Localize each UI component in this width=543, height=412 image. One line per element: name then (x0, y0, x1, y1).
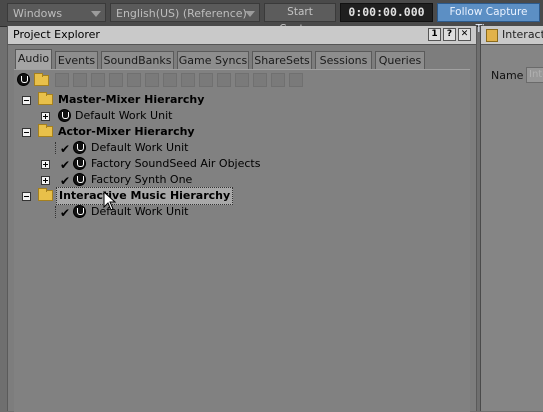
name-label: Name (491, 69, 524, 82)
tab-sharesets[interactable]: ShareSets (252, 51, 312, 70)
folder-icon (38, 124, 53, 137)
tab-sessions[interactable]: Sessions (315, 51, 372, 70)
tab-events[interactable]: Events (55, 51, 98, 70)
timecode-display: 0:00:00.000 (340, 3, 433, 22)
language-dropdown[interactable]: English(US) (Reference) (110, 3, 260, 22)
collapse-icon[interactable] (22, 128, 31, 137)
tree-item-factory-synth-one[interactable]: ✔ Factory Synth One (14, 172, 414, 188)
project-explorer-panel: Project Explorer 1 ? ✕ Audio Events Soun… (7, 26, 477, 412)
new-child-icon (289, 73, 303, 87)
tree-view[interactable]: Master-Mixer Hierarchy Default Work Unit… (14, 69, 470, 412)
panel-title-bar: Project Explorer 1 ? ✕ (8, 26, 476, 45)
platform-value: Windows (13, 7, 63, 20)
tree-label: Factory SoundSeed Air Objects (91, 157, 261, 170)
platform-dropdown[interactable]: Windows (7, 3, 106, 22)
new-child-icon (199, 73, 213, 87)
new-child-icon (73, 73, 87, 87)
tab-soundbanks[interactable]: SoundBanks (101, 51, 174, 70)
tree-item-factory-soundseed[interactable]: ✔ Factory SoundSeed Air Objects (14, 156, 414, 172)
tree-item-interactive-music[interactable]: Interactive Music Hierarchy (14, 187, 414, 205)
expand-icon[interactable] (41, 112, 50, 121)
tree-item-actor-mixer[interactable]: Actor-Mixer Hierarchy (14, 124, 414, 140)
collapse-icon[interactable] (22, 96, 31, 105)
new-child-icon (145, 73, 159, 87)
name-field[interactable]: Inte (526, 67, 543, 83)
expand-icon[interactable] (41, 176, 50, 185)
follow-capture-time-button[interactable]: Follow Capture Time (437, 3, 540, 35)
top-toolbar: Windows English(US) (Reference) Start Ca… (0, 0, 543, 35)
start-capture-button[interactable]: Start Capture (264, 3, 336, 35)
chevron-down-icon (91, 11, 101, 17)
checkmark-icon[interactable]: ✔ (60, 157, 70, 173)
work-unit-icon (73, 141, 86, 154)
work-unit-icon (73, 205, 86, 218)
folder-icon[interactable] (34, 73, 49, 86)
new-child-icon (127, 73, 141, 87)
tree-item-default-work-unit[interactable]: ✔ Default Work Unit (14, 140, 414, 156)
help-button[interactable]: ? (443, 28, 456, 41)
layout-number-button[interactable]: 1 (428, 28, 441, 41)
work-unit-icon (73, 173, 86, 186)
chevron-down-icon (245, 11, 255, 17)
tree-label: Interactive Music Hierarchy (56, 187, 234, 205)
checkmark-icon[interactable]: ✔ (60, 205, 70, 221)
new-child-icon (253, 73, 267, 87)
new-child-icon (91, 73, 105, 87)
new-child-icon (271, 73, 285, 87)
language-value: English(US) (Reference) (116, 7, 247, 20)
interactive-music-icon (486, 29, 498, 42)
tab-queries[interactable]: Queries (375, 51, 425, 70)
expand-icon[interactable] (41, 160, 50, 169)
new-child-icon (55, 73, 69, 87)
folder-icon (38, 92, 53, 105)
tab-game-syncs[interactable]: Game Syncs (177, 51, 249, 70)
tree-label: Actor-Mixer Hierarchy (58, 125, 195, 138)
collapse-icon[interactable] (22, 192, 31, 201)
tree-label: Default Work Unit (75, 109, 173, 122)
new-child-icon (109, 73, 123, 87)
work-unit-icon (58, 109, 71, 122)
tree-label: Default Work Unit (91, 141, 189, 154)
tree-item-default-work-unit[interactable]: ✔ Default Work Unit (14, 204, 414, 220)
tree-item-master-mixer[interactable]: Master-Mixer Hierarchy (14, 92, 414, 108)
property-editor-panel: Interactive Name Inte (480, 26, 543, 411)
new-child-icon (235, 73, 249, 87)
tab-audio[interactable]: Audio (15, 49, 52, 70)
tree-label: Factory Synth One (91, 173, 193, 186)
new-child-icon (181, 73, 195, 87)
work-unit-icon (73, 157, 86, 170)
new-child-icon (217, 73, 231, 87)
close-icon[interactable]: ✕ (458, 28, 471, 41)
tree-label: Master-Mixer Hierarchy (58, 93, 205, 106)
new-child-icon (163, 73, 177, 87)
folder-icon (38, 188, 53, 201)
panel-title: Project Explorer (13, 28, 100, 41)
checkmark-icon[interactable]: ✔ (60, 141, 70, 157)
property-editor-title: Interactive (502, 28, 543, 41)
explorer-tabs: Audio Events SoundBanks Game Syncs Share… (15, 49, 475, 70)
tree-item-default-work-unit[interactable]: Default Work Unit (14, 108, 414, 124)
work-unit-icon[interactable] (17, 73, 30, 86)
property-editor-title-bar: Interactive (481, 26, 543, 45)
